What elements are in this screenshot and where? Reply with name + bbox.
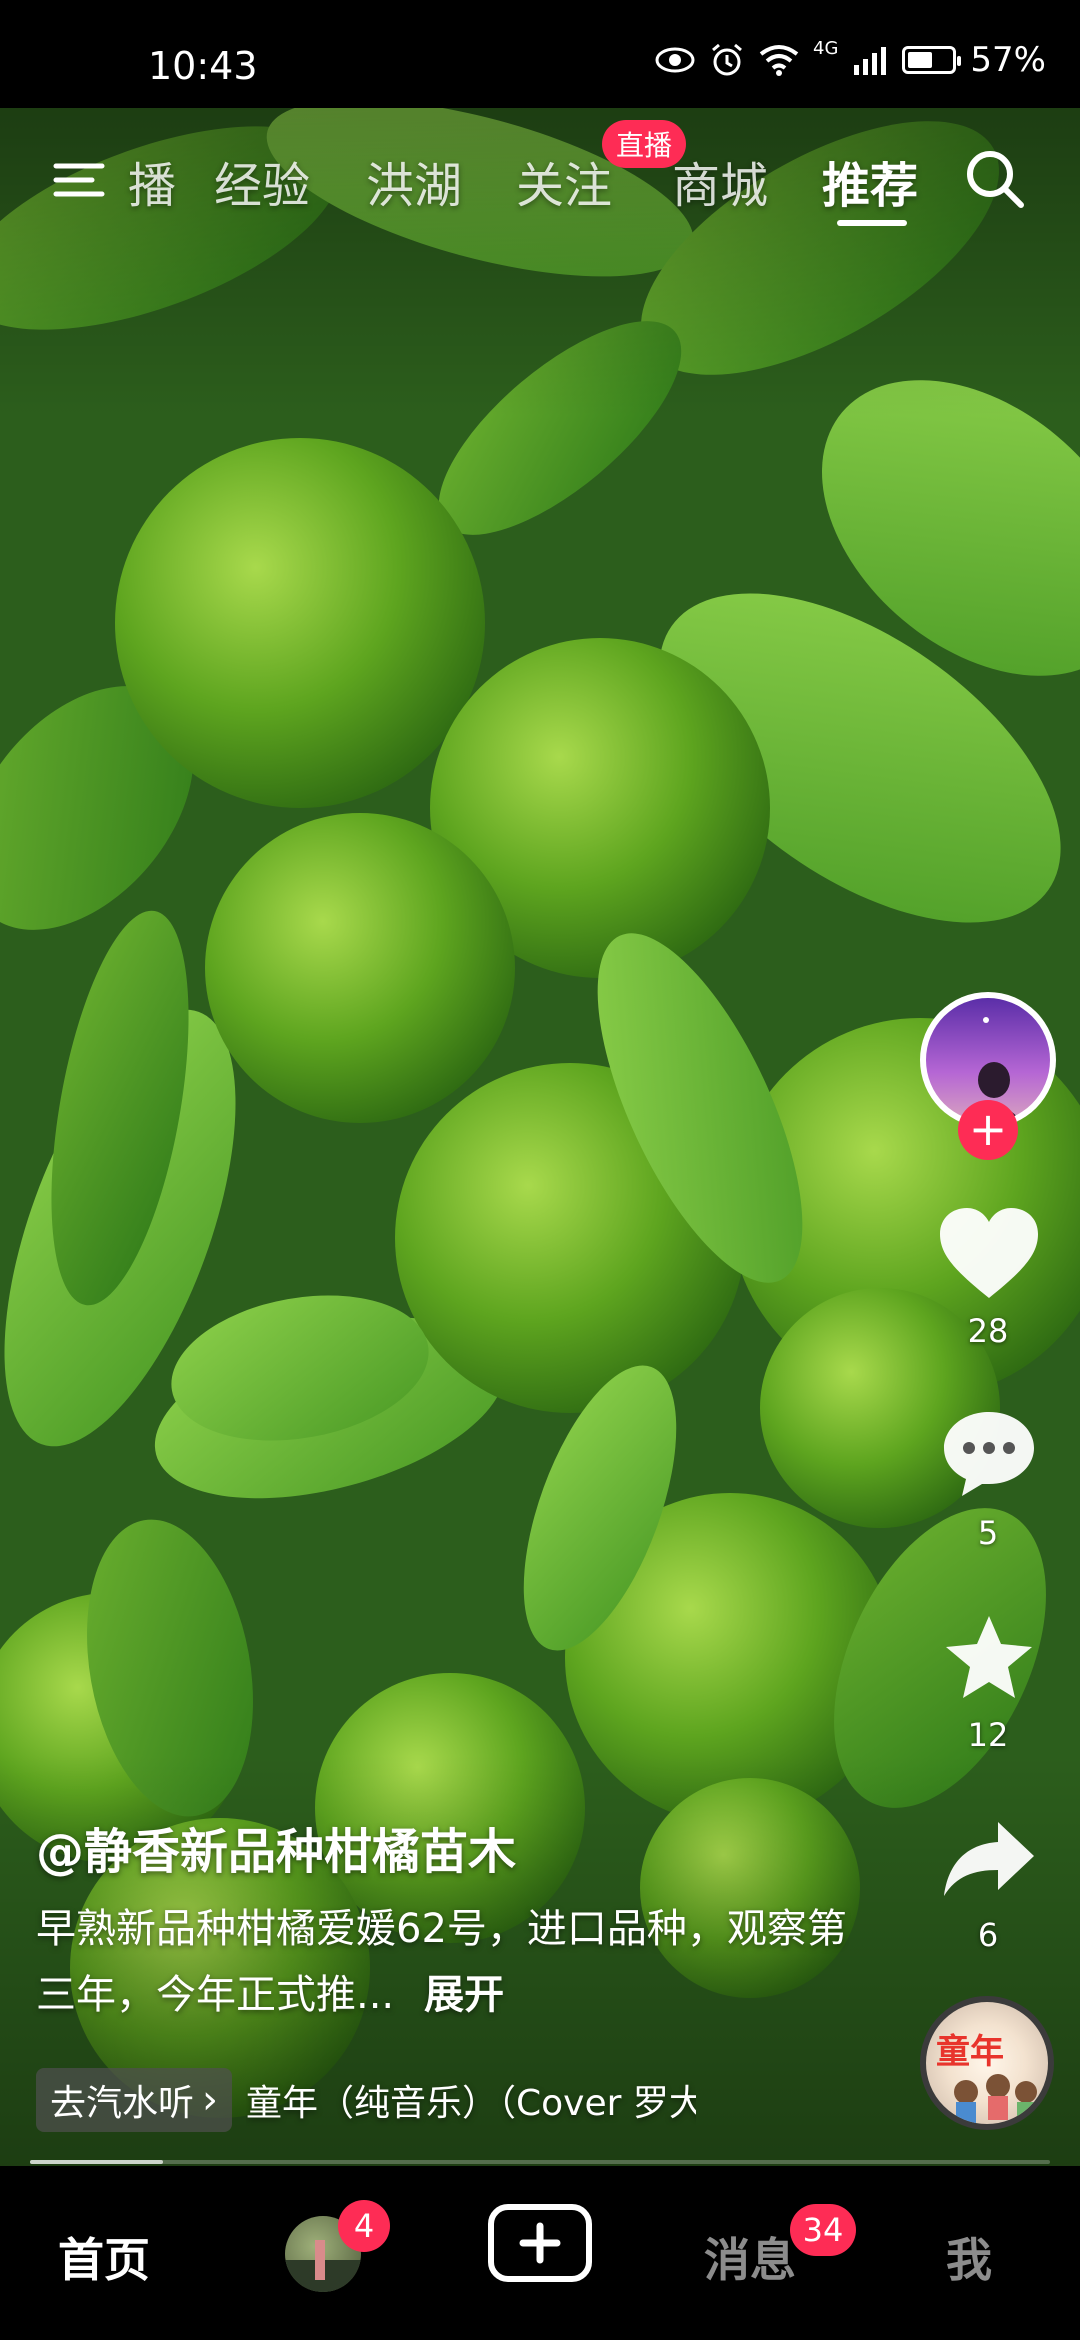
battery-fill bbox=[908, 52, 933, 68]
music-title[interactable]: 童年（纯音乐）（Cover 罗大佑） bbox=[246, 2074, 696, 2126]
tab-honghu[interactable]: 洪湖 bbox=[366, 146, 462, 216]
tab-home[interactable]: 首页 bbox=[58, 2224, 150, 2290]
tab-recommend[interactable]: 推荐 bbox=[822, 146, 918, 216]
menu-icon[interactable] bbox=[50, 150, 110, 210]
like-count: 28 bbox=[967, 1312, 1009, 1350]
video-progress-bar[interactable] bbox=[30, 2160, 1050, 2164]
search-icon[interactable] bbox=[960, 144, 1030, 214]
music-chip-label: 去汽水听 bbox=[50, 2083, 195, 2124]
signal-icon bbox=[854, 47, 887, 75]
tab-following[interactable]: 关注 bbox=[516, 146, 612, 216]
share-count: 6 bbox=[977, 1916, 999, 1954]
battery-percent: 57% bbox=[970, 40, 1046, 80]
network-label: 4G bbox=[813, 37, 839, 59]
plus-icon bbox=[519, 2222, 561, 2264]
top-nav: 播 经验 洪湖 关注 直播 商城 推荐 bbox=[0, 120, 1080, 230]
heart-icon[interactable] bbox=[936, 1206, 1042, 1302]
create-post-button[interactable] bbox=[488, 2204, 592, 2282]
music-row: 去汽水听 › 童年（纯音乐）（Cover 罗大佑） bbox=[36, 2068, 696, 2132]
status-time: 10:43 bbox=[148, 44, 258, 88]
status-bar: 10:43 4G 57% bbox=[0, 0, 1080, 108]
music-disc[interactable]: 童年 bbox=[920, 1996, 1054, 2130]
qishui-music-button[interactable]: 去汽水听 › bbox=[36, 2068, 233, 2132]
expand-button[interactable]: 展开 bbox=[424, 1972, 504, 2018]
eye-icon bbox=[655, 47, 695, 73]
comment-icon[interactable] bbox=[940, 1408, 1038, 1500]
star-icon[interactable] bbox=[942, 1612, 1036, 1702]
tab-me[interactable]: 我 bbox=[946, 2224, 992, 2290]
battery-icon bbox=[902, 46, 962, 74]
video-description: 早熟新品种柑橘爱媛62号，进口品种，观察第三年，今年正式推... 展开 bbox=[36, 1896, 856, 2028]
disc-art bbox=[954, 2074, 1037, 2124]
tab-messages[interactable]: 消息 bbox=[704, 2224, 796, 2290]
author-name[interactable]: @静香新品种柑橘苗木 bbox=[36, 1812, 516, 1882]
messages-badge: 34 bbox=[790, 2204, 856, 2256]
tab-live[interactable]: 播 bbox=[128, 146, 176, 216]
friends-badge: 4 bbox=[338, 2200, 390, 2252]
wifi-icon bbox=[759, 45, 799, 76]
status-icons: 4G 57% bbox=[655, 37, 1046, 80]
tab-mall[interactable]: 商城 bbox=[672, 146, 768, 216]
comment-count: 5 bbox=[977, 1514, 999, 1552]
chevron-right-icon: › bbox=[202, 2077, 219, 2123]
follow-button[interactable]: + bbox=[958, 1100, 1018, 1160]
video-progress-fill bbox=[30, 2160, 163, 2164]
active-tab-indicator bbox=[837, 220, 907, 226]
tab-experience[interactable]: 经验 bbox=[214, 146, 310, 216]
alarm-icon bbox=[712, 43, 742, 76]
favorite-count: 12 bbox=[967, 1716, 1009, 1754]
share-icon[interactable] bbox=[940, 1818, 1038, 1900]
